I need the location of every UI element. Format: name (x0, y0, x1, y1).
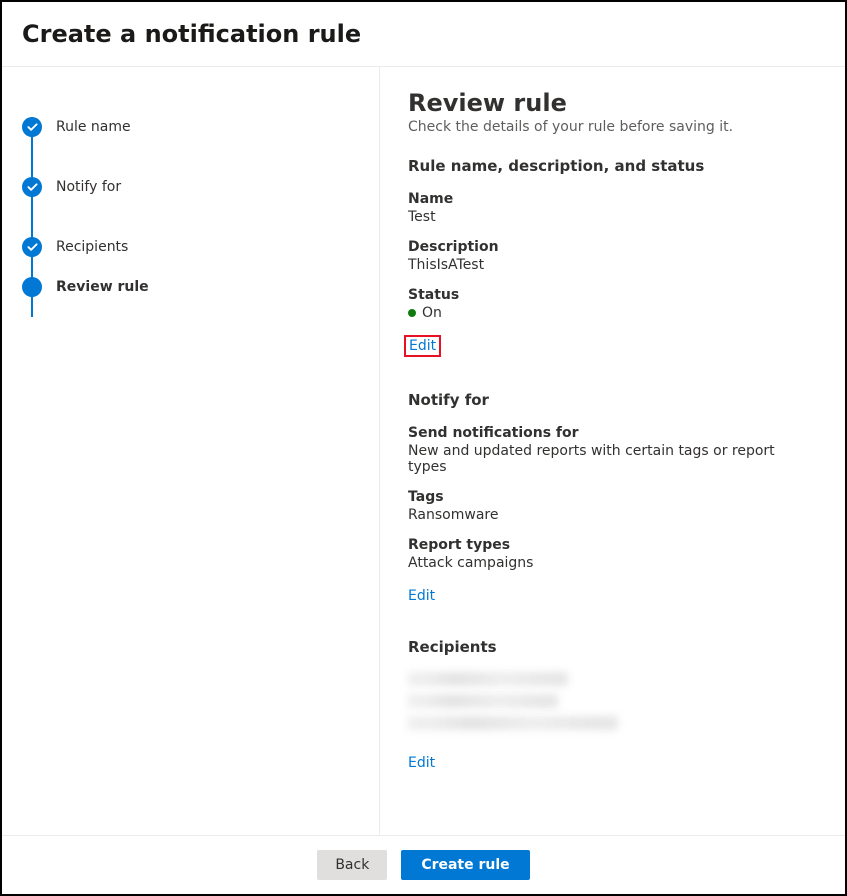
edit-notify-for-link[interactable]: Edit (408, 588, 435, 604)
recipients-list (408, 672, 817, 730)
wizard-footer: Back Create rule (2, 835, 845, 894)
step-label: Recipients (56, 239, 128, 255)
field-label: Description (408, 239, 817, 255)
field-value: Test (408, 209, 817, 225)
step-rule-name[interactable]: Rule name (22, 97, 359, 157)
recipient-redacted (408, 672, 568, 686)
recipient-redacted (408, 694, 558, 708)
field-label: Send notifications for (408, 425, 817, 441)
section-heading-recipients: Recipients (408, 638, 817, 656)
field-label: Status (408, 287, 817, 303)
step-label: Notify for (56, 179, 121, 195)
step-review-rule[interactable]: Review rule (22, 277, 359, 297)
check-icon (22, 177, 42, 197)
section-heading-notify-for: Notify for (408, 391, 817, 409)
field-label: Tags (408, 489, 817, 505)
field-status: Status On (408, 287, 817, 321)
step-notify-for[interactable]: Notify for (22, 157, 359, 217)
field-value: Attack campaigns (408, 555, 817, 571)
step-label: Rule name (56, 119, 131, 135)
review-subtitle: Check the details of your rule before sa… (408, 119, 817, 135)
check-icon (22, 117, 42, 137)
wizard-window: Create a notification rule Rule name No (0, 0, 847, 896)
create-rule-button[interactable]: Create rule (401, 850, 529, 880)
status-value: On (422, 305, 442, 321)
edit-recipients-link[interactable]: Edit (408, 755, 435, 771)
field-tags: Tags Ransomware (408, 489, 817, 523)
edit-rule-info-link[interactable]: Edit (404, 335, 441, 357)
section-heading-rule-info: Rule name, description, and status (408, 157, 817, 175)
review-title: Review rule (408, 89, 817, 117)
back-button[interactable]: Back (317, 850, 387, 880)
current-step-icon (22, 277, 42, 297)
field-label: Name (408, 191, 817, 207)
field-value: ThisIsATest (408, 257, 817, 273)
steps-list: Rule name Notify for Recipients (22, 97, 359, 297)
field-label: Report types (408, 537, 817, 553)
recipient-redacted (408, 716, 618, 730)
field-name: Name Test (408, 191, 817, 225)
field-send-notifications-for: Send notifications for New and updated r… (408, 425, 817, 475)
step-label: Review rule (56, 279, 149, 295)
field-value: Ransomware (408, 507, 817, 523)
status-row: On (408, 305, 817, 321)
field-value: New and updated reports with certain tag… (408, 443, 817, 475)
field-description: Description ThisIsATest (408, 239, 817, 273)
field-report-types: Report types Attack campaigns (408, 537, 817, 571)
wizard-content: Review rule Check the details of your ru… (380, 67, 845, 835)
header: Create a notification rule (2, 2, 845, 67)
check-icon (22, 237, 42, 257)
page-title: Create a notification rule (22, 20, 825, 48)
wizard-steps-sidebar: Rule name Notify for Recipients (2, 67, 380, 835)
step-recipients[interactable]: Recipients (22, 217, 359, 277)
status-dot-icon (408, 309, 416, 317)
wizard-body: Rule name Notify for Recipients (2, 67, 845, 835)
